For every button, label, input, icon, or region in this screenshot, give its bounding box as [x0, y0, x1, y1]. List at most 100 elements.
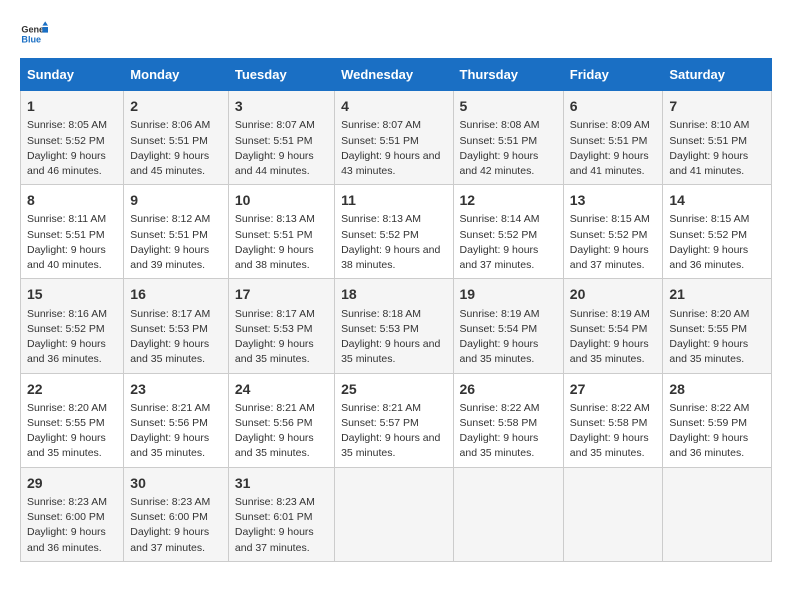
- day-number: 14: [669, 190, 765, 210]
- sunrise-text: Sunrise: 8:08 AM: [460, 118, 557, 133]
- sunset-text: Sunset: 5:58 PM: [460, 416, 557, 431]
- day-number: 6: [570, 96, 657, 116]
- day-cell: 9Sunrise: 8:12 AMSunset: 5:51 PMDaylight…: [124, 185, 229, 279]
- sunset-text: Sunset: 5:56 PM: [130, 416, 222, 431]
- day-cell: 2Sunrise: 8:06 AMSunset: 5:51 PMDaylight…: [124, 91, 229, 185]
- day-number: 13: [570, 190, 657, 210]
- sunrise-text: Sunrise: 8:23 AM: [27, 495, 117, 510]
- sunrise-text: Sunrise: 8:12 AM: [130, 212, 222, 227]
- daylight-text: Daylight: 9 hours and 35 minutes.: [130, 337, 222, 367]
- daylight-text: Daylight: 9 hours and 35 minutes.: [570, 431, 657, 461]
- day-cell: [663, 467, 772, 561]
- sunrise-text: Sunrise: 8:10 AM: [669, 118, 765, 133]
- day-number: 3: [235, 96, 328, 116]
- day-cell: 8Sunrise: 8:11 AMSunset: 5:51 PMDaylight…: [21, 185, 124, 279]
- sunrise-text: Sunrise: 8:15 AM: [570, 212, 657, 227]
- sunrise-text: Sunrise: 8:21 AM: [130, 401, 222, 416]
- sunrise-text: Sunrise: 8:13 AM: [235, 212, 328, 227]
- header-saturday: Saturday: [663, 59, 772, 91]
- day-cell: 18Sunrise: 8:18 AMSunset: 5:53 PMDayligh…: [335, 279, 453, 373]
- daylight-text: Daylight: 9 hours and 36 minutes.: [27, 337, 117, 367]
- day-cell: 25Sunrise: 8:21 AMSunset: 5:57 PMDayligh…: [335, 373, 453, 467]
- sunrise-text: Sunrise: 8:19 AM: [460, 307, 557, 322]
- day-number: 25: [341, 379, 446, 399]
- daylight-text: Daylight: 9 hours and 40 minutes.: [27, 243, 117, 273]
- sunrise-text: Sunrise: 8:21 AM: [235, 401, 328, 416]
- sunrise-text: Sunrise: 8:23 AM: [235, 495, 328, 510]
- sunrise-text: Sunrise: 8:19 AM: [570, 307, 657, 322]
- sunset-text: Sunset: 5:53 PM: [235, 322, 328, 337]
- day-cell: 29Sunrise: 8:23 AMSunset: 6:00 PMDayligh…: [21, 467, 124, 561]
- daylight-text: Daylight: 9 hours and 35 minutes.: [341, 431, 446, 461]
- day-cell: 24Sunrise: 8:21 AMSunset: 5:56 PMDayligh…: [228, 373, 334, 467]
- day-cell: 16Sunrise: 8:17 AMSunset: 5:53 PMDayligh…: [124, 279, 229, 373]
- daylight-text: Daylight: 9 hours and 39 minutes.: [130, 243, 222, 273]
- sunrise-text: Sunrise: 8:22 AM: [460, 401, 557, 416]
- daylight-text: Daylight: 9 hours and 35 minutes.: [570, 337, 657, 367]
- daylight-text: Daylight: 9 hours and 37 minutes.: [460, 243, 557, 273]
- sunset-text: Sunset: 5:51 PM: [570, 134, 657, 149]
- day-number: 20: [570, 284, 657, 304]
- day-number: 9: [130, 190, 222, 210]
- daylight-text: Daylight: 9 hours and 35 minutes.: [27, 431, 117, 461]
- day-cell: 31Sunrise: 8:23 AMSunset: 6:01 PMDayligh…: [228, 467, 334, 561]
- day-number: 19: [460, 284, 557, 304]
- sunrise-text: Sunrise: 8:23 AM: [130, 495, 222, 510]
- day-cell: [453, 467, 563, 561]
- week-row-2: 15Sunrise: 8:16 AMSunset: 5:52 PMDayligh…: [21, 279, 772, 373]
- daylight-text: Daylight: 9 hours and 41 minutes.: [570, 149, 657, 179]
- daylight-text: Daylight: 9 hours and 35 minutes.: [460, 337, 557, 367]
- day-number: 18: [341, 284, 446, 304]
- day-number: 12: [460, 190, 557, 210]
- day-cell: 15Sunrise: 8:16 AMSunset: 5:52 PMDayligh…: [21, 279, 124, 373]
- day-cell: [335, 467, 453, 561]
- day-number: 16: [130, 284, 222, 304]
- sunset-text: Sunset: 5:51 PM: [669, 134, 765, 149]
- header-monday: Monday: [124, 59, 229, 91]
- sunset-text: Sunset: 5:53 PM: [341, 322, 446, 337]
- sunrise-text: Sunrise: 8:06 AM: [130, 118, 222, 133]
- sunset-text: Sunset: 5:58 PM: [570, 416, 657, 431]
- header-row: SundayMondayTuesdayWednesdayThursdayFrid…: [21, 59, 772, 91]
- day-cell: [563, 467, 663, 561]
- daylight-text: Daylight: 9 hours and 37 minutes.: [130, 525, 222, 555]
- sunset-text: Sunset: 5:51 PM: [235, 228, 328, 243]
- calendar-table: SundayMondayTuesdayWednesdayThursdayFrid…: [20, 58, 772, 562]
- day-number: 28: [669, 379, 765, 399]
- daylight-text: Daylight: 9 hours and 46 minutes.: [27, 149, 117, 179]
- day-cell: 17Sunrise: 8:17 AMSunset: 5:53 PMDayligh…: [228, 279, 334, 373]
- daylight-text: Daylight: 9 hours and 43 minutes.: [341, 149, 446, 179]
- day-cell: 28Sunrise: 8:22 AMSunset: 5:59 PMDayligh…: [663, 373, 772, 467]
- sunrise-text: Sunrise: 8:17 AM: [130, 307, 222, 322]
- day-number: 17: [235, 284, 328, 304]
- sunrise-text: Sunrise: 8:05 AM: [27, 118, 117, 133]
- page-header: General Blue: [20, 20, 772, 48]
- sunset-text: Sunset: 5:52 PM: [27, 322, 117, 337]
- sunrise-text: Sunrise: 8:09 AM: [570, 118, 657, 133]
- daylight-text: Daylight: 9 hours and 37 minutes.: [570, 243, 657, 273]
- daylight-text: Daylight: 9 hours and 45 minutes.: [130, 149, 222, 179]
- daylight-text: Daylight: 9 hours and 38 minutes.: [341, 243, 446, 273]
- sunrise-text: Sunrise: 8:20 AM: [669, 307, 765, 322]
- sunset-text: Sunset: 5:51 PM: [27, 228, 117, 243]
- day-cell: 4Sunrise: 8:07 AMSunset: 5:51 PMDaylight…: [335, 91, 453, 185]
- sunset-text: Sunset: 5:52 PM: [669, 228, 765, 243]
- sunset-text: Sunset: 5:51 PM: [130, 134, 222, 149]
- day-number: 11: [341, 190, 446, 210]
- daylight-text: Daylight: 9 hours and 35 minutes.: [235, 337, 328, 367]
- day-cell: 30Sunrise: 8:23 AMSunset: 6:00 PMDayligh…: [124, 467, 229, 561]
- daylight-text: Daylight: 9 hours and 36 minutes.: [27, 525, 117, 555]
- day-cell: 7Sunrise: 8:10 AMSunset: 5:51 PMDaylight…: [663, 91, 772, 185]
- logo: General Blue: [20, 20, 52, 48]
- sunrise-text: Sunrise: 8:15 AM: [669, 212, 765, 227]
- week-row-4: 29Sunrise: 8:23 AMSunset: 6:00 PMDayligh…: [21, 467, 772, 561]
- day-cell: 22Sunrise: 8:20 AMSunset: 5:55 PMDayligh…: [21, 373, 124, 467]
- sunset-text: Sunset: 5:55 PM: [27, 416, 117, 431]
- day-number: 1: [27, 96, 117, 116]
- sunrise-text: Sunrise: 8:14 AM: [460, 212, 557, 227]
- daylight-text: Daylight: 9 hours and 42 minutes.: [460, 149, 557, 179]
- daylight-text: Daylight: 9 hours and 41 minutes.: [669, 149, 765, 179]
- sunrise-text: Sunrise: 8:22 AM: [570, 401, 657, 416]
- header-sunday: Sunday: [21, 59, 124, 91]
- sunrise-text: Sunrise: 8:16 AM: [27, 307, 117, 322]
